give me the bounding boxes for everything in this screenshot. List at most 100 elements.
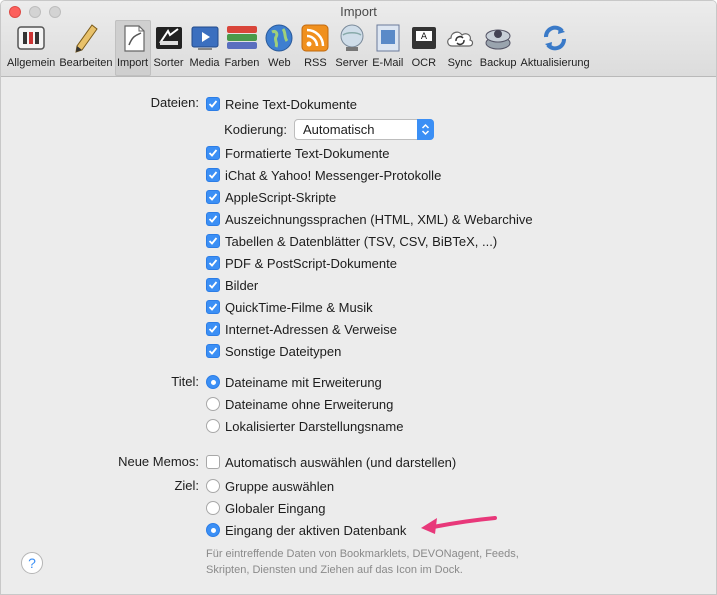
target-option-label: Gruppe auswählen <box>225 478 335 494</box>
file-type-checkbox-row[interactable]: PDF & PostScript-Dokumente <box>206 253 397 273</box>
radio-selected[interactable] <box>206 523 220 537</box>
update-icon <box>539 22 571 54</box>
colors-icon <box>226 22 258 54</box>
sorter-icon <box>153 22 185 54</box>
plain-text-label: Reine Text-Dokumente <box>225 96 357 112</box>
checkbox-checked[interactable] <box>206 234 220 248</box>
tab-label: Bearbeiten <box>59 57 113 69</box>
tab-sync[interactable]: Sync <box>442 20 478 76</box>
checkbox-checked[interactable] <box>206 97 220 111</box>
target-option-label: Globaler Eingang <box>225 500 326 516</box>
file-type-label: iChat & Yahoo! Messenger-Protokolle <box>225 167 442 183</box>
tab-media[interactable]: Media <box>187 20 223 76</box>
server-icon <box>336 22 368 54</box>
tab-label: Web <box>268 57 291 69</box>
radio-unselected[interactable] <box>206 419 220 433</box>
svg-text:A: A <box>421 32 428 42</box>
tab-bearbeiten[interactable]: Bearbeiten <box>57 20 114 76</box>
title-option-label: Lokalisierter Darstellungsname <box>225 418 404 434</box>
file-type-checkbox-row[interactable]: Internet-Adressen & Verweise <box>206 319 397 339</box>
tab-label: Sorter <box>153 57 184 69</box>
file-type-label: Auszeichnungssprachen (HTML, XML) & Weba… <box>225 211 533 227</box>
checkbox-checked[interactable] <box>206 212 220 226</box>
radio-unselected[interactable] <box>206 479 220 493</box>
file-type-checkbox-row[interactable]: Tabellen & Datenblätter (TSV, CSV, BiBTe… <box>206 231 497 251</box>
checkbox-checked[interactable] <box>206 344 220 358</box>
checkbox-checked[interactable] <box>206 146 220 160</box>
checkbox-checked[interactable] <box>206 300 220 314</box>
hint-line: Skripten, Diensten und Ziehen auf das Ic… <box>206 564 463 576</box>
memos-section-label: Neue Memos: <box>118 454 199 469</box>
updown-chevron-icon <box>417 119 434 140</box>
tab-import[interactable]: Import <box>114 20 151 76</box>
pink-arrow-annotation <box>421 516 497 534</box>
files-section-label: Dateien: <box>150 95 199 110</box>
import-preferences-pane: Dateien: Reine Text-Dokumente Kodierung:… <box>1 78 716 594</box>
tab-label: RSS <box>304 57 327 69</box>
file-type-label: Sonstige Dateitypen <box>225 343 342 359</box>
file-type-label: Tabellen & Datenblätter (TSV, CSV, BiBTe… <box>225 233 498 249</box>
tab-label: Backup <box>479 57 517 69</box>
title-bar: Import Allgemein Bearbeiten Import Sorte… <box>1 1 716 77</box>
tab-web[interactable]: Web <box>261 20 297 76</box>
checkbox-checked[interactable] <box>206 322 220 336</box>
checkbox-checked[interactable] <box>206 256 220 270</box>
email-icon <box>372 22 404 54</box>
checkbox-checked[interactable] <box>206 190 220 204</box>
help-button[interactable]: ? <box>21 552 43 574</box>
preferences-toolbar: Allgemein Bearbeiten Import Sorter Media… <box>5 20 592 76</box>
target-radio-row[interactable]: Eingang der aktiven Datenbank <box>206 520 406 540</box>
title-radio-row[interactable]: Dateiname mit Erweiterung <box>206 372 382 392</box>
ocr-scanner-icon: A <box>408 22 440 54</box>
checkbox-checked[interactable] <box>206 278 220 292</box>
preferences-window: Import Allgemein Bearbeiten Import Sorte… <box>0 0 717 595</box>
checkbox-checked[interactable] <box>206 168 220 182</box>
file-type-label: AppleScript-Skripte <box>225 189 337 205</box>
media-icon <box>189 22 221 54</box>
file-type-checkbox-row[interactable]: Bilder <box>206 275 258 295</box>
memos-auto-select-row[interactable]: Automatisch auswählen (und darstellen) <box>206 452 456 472</box>
rss-icon <box>299 22 331 54</box>
tab-sorter[interactable]: Sorter <box>151 20 187 76</box>
file-type-checkbox-row[interactable]: Formatierte Text-Dokumente <box>206 143 390 163</box>
switches-icon <box>15 22 47 54</box>
window-title: Import <box>340 4 377 19</box>
import-document-icon <box>117 22 149 54</box>
title-radio-row[interactable]: Lokalisierter Darstellungsname <box>206 416 403 436</box>
title-radio-row[interactable]: Dateiname ohne Erweiterung <box>206 394 393 414</box>
tab-rss[interactable]: RSS <box>297 20 333 76</box>
tab-server[interactable]: Server <box>333 20 369 76</box>
hint-line: Für eintreffende Daten von Bookmarklets,… <box>206 548 519 560</box>
plain-text-checkbox-row[interactable]: Reine Text-Dokumente <box>206 94 357 114</box>
tab-label: Farben <box>224 57 260 69</box>
radio-unselected[interactable] <box>206 397 220 411</box>
tab-label: Server <box>335 57 368 69</box>
tab-label: E-Mail <box>372 57 404 69</box>
tab-email[interactable]: E-Mail <box>370 20 406 76</box>
file-type-checkbox-row[interactable]: AppleScript-Skripte <box>206 187 336 207</box>
tab-ocr[interactable]: A OCR <box>406 20 442 76</box>
tab-label: Media <box>189 57 220 69</box>
file-type-label: Internet-Adressen & Verweise <box>225 321 397 337</box>
radio-unselected[interactable] <box>206 501 220 515</box>
memos-auto-select-label: Automatisch auswählen (und darstellen) <box>225 454 457 470</box>
tab-farben[interactable]: Farben <box>223 20 262 76</box>
file-type-checkbox-row[interactable]: iChat & Yahoo! Messenger-Protokolle <box>206 165 441 185</box>
file-type-label: Bilder <box>225 277 259 293</box>
tab-label: Sync <box>447 57 473 69</box>
checkbox-unchecked[interactable] <box>206 455 220 469</box>
tab-backup[interactable]: Backup <box>478 20 519 76</box>
file-type-label: PDF & PostScript-Dokumente <box>225 255 397 271</box>
target-radio-row[interactable]: Globaler Eingang <box>206 498 325 518</box>
tab-label: Aktualisierung <box>520 57 590 69</box>
tab-allgemein[interactable]: Allgemein <box>5 20 57 76</box>
file-type-checkbox-row[interactable]: QuickTime-Filme & Musik <box>206 297 373 317</box>
target-radio-row[interactable]: Gruppe auswählen <box>206 476 334 496</box>
tab-aktualisierung[interactable]: Aktualisierung <box>519 20 592 76</box>
file-type-checkbox-row[interactable]: Sonstige Dateitypen <box>206 341 341 361</box>
file-type-label: Formatierte Text-Dokumente <box>225 145 390 161</box>
encoding-popup[interactable]: Automatisch <box>294 119 434 140</box>
radio-selected[interactable] <box>206 375 220 389</box>
file-type-checkbox-row[interactable]: Auszeichnungssprachen (HTML, XML) & Weba… <box>206 209 533 229</box>
tab-label: Import <box>116 57 149 69</box>
